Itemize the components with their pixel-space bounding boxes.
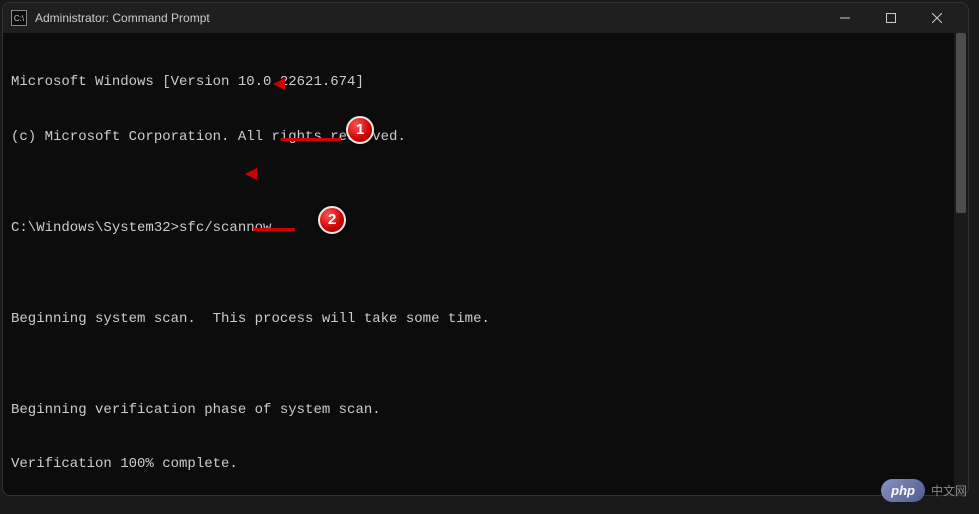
window-title: Administrator: Command Prompt <box>35 11 822 25</box>
output-line: Verification 100% complete. <box>11 455 960 473</box>
command-prompt-window: C:\ Administrator: Command Prompt Micros… <box>2 2 969 496</box>
minimize-button[interactable] <box>822 3 868 33</box>
scrollbar-thumb[interactable] <box>956 33 966 213</box>
command-line: C:\Windows\System32>sfc/scannow <box>11 219 960 237</box>
close-icon <box>932 13 942 23</box>
output-line: Microsoft Windows [Version 10.0.22621.67… <box>11 73 960 91</box>
window-controls <box>822 3 960 33</box>
terminal-output[interactable]: Microsoft Windows [Version 10.0.22621.67… <box>3 33 968 496</box>
output-line: (c) Microsoft Corporation. All rights re… <box>11 128 960 146</box>
watermark-text: 中文网 <box>931 482 967 499</box>
minimize-icon <box>840 13 850 23</box>
close-button[interactable] <box>914 3 960 33</box>
cmd-icon-text: C:\ <box>14 14 24 23</box>
watermark: php 中文网 <box>881 479 967 502</box>
maximize-button[interactable] <box>868 3 914 33</box>
cmd-icon: C:\ <box>11 10 27 26</box>
maximize-icon <box>886 13 896 23</box>
output-line: Beginning system scan. This process will… <box>11 310 960 328</box>
scrollbar[interactable] <box>954 33 968 495</box>
php-logo: php <box>881 479 925 502</box>
output-line: Beginning verification phase of system s… <box>11 401 960 419</box>
titlebar[interactable]: C:\ Administrator: Command Prompt <box>3 3 968 33</box>
